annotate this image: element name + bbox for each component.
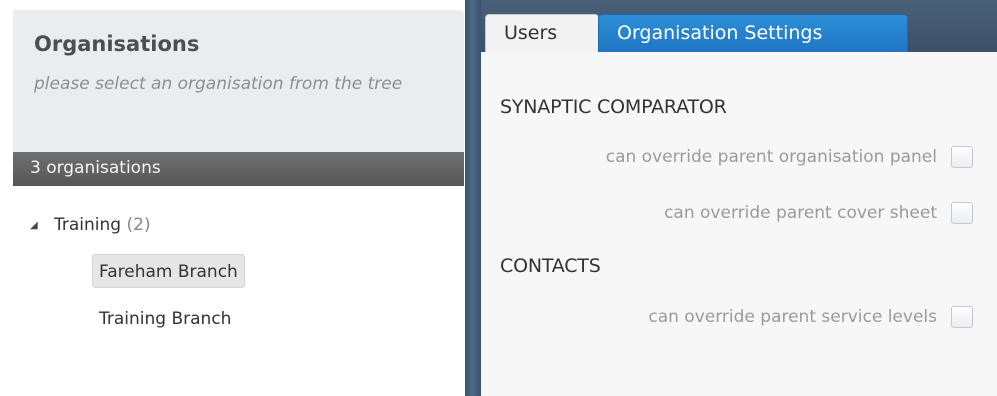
tree-node-fareham-branch[interactable]: Fareham Branch [92, 254, 245, 288]
organisations-panel: Organisations please select an organisat… [0, 0, 465, 396]
setting-override-cover-sheet: can override parent cover sheet [664, 200, 973, 226]
panel-title: Organisations [34, 32, 200, 56]
organisation-count-bar: 3 organisations [13, 152, 464, 186]
settings-panel: Users Organisation Settings SYNAPTIC COM… [481, 0, 997, 396]
organisation-count: 3 organisations [30, 158, 161, 178]
setting-override-service-levels: can override parent service levels [648, 304, 973, 330]
panel-subtitle: please select an organisation from the t… [34, 74, 403, 94]
section-title-synaptic-comparator: SYNAPTIC COMPARATOR [500, 96, 727, 118]
section-title-contacts: CONTACTS [500, 255, 601, 277]
setting-label: can override parent cover sheet [664, 203, 937, 223]
setting-label: can override parent service levels [648, 307, 937, 327]
tree-node-label: Training [54, 215, 122, 235]
tree-node-training-branch[interactable]: Training Branch [92, 301, 238, 335]
setting-label: can override parent organisation panel [605, 147, 937, 167]
organisation-settings-content: SYNAPTIC COMPARATOR can override parent … [481, 52, 997, 396]
panel-splitter[interactable] [465, 0, 481, 396]
override-service-levels-checkbox[interactable] [951, 306, 973, 328]
setting-override-organisation-panel: can override parent organisation panel [606, 144, 973, 170]
override-cover-sheet-checkbox[interactable] [951, 202, 973, 224]
override-organisation-panel-checkbox[interactable] [951, 146, 973, 168]
triangle-expanded-icon[interactable]: ◢ [30, 220, 40, 231]
tree-node-count: (2) [126, 215, 151, 235]
tab-organisation-settings[interactable]: Organisation Settings [598, 14, 908, 52]
organisations-header: Organisations please select an organisat… [13, 10, 464, 152]
tab-strip: Users Organisation Settings [481, 0, 997, 52]
tree-node-training[interactable]: ◢ Training (2) [30, 215, 151, 235]
tab-users[interactable]: Users [485, 14, 599, 52]
